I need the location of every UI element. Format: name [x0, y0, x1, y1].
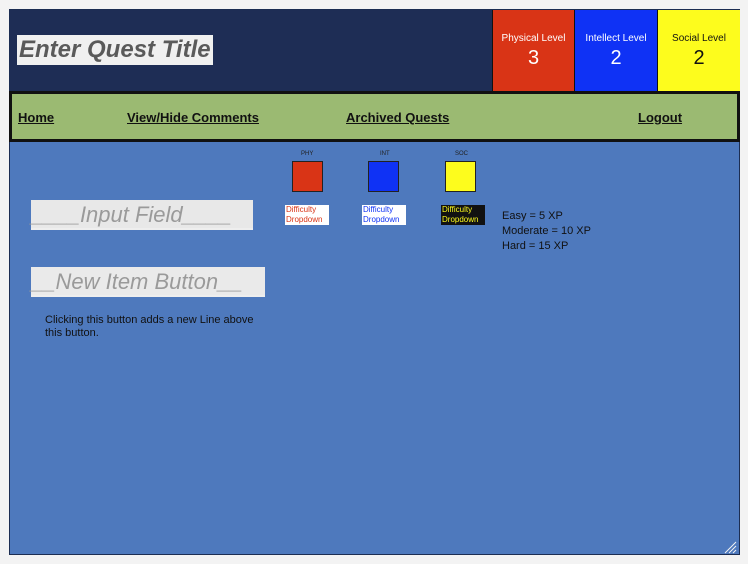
- resize-grip-icon[interactable]: [723, 540, 737, 554]
- intellect-level-value: 2: [610, 47, 622, 69]
- soc-difficulty-dropdown[interactable]: Difficulty Dropdown: [441, 205, 485, 225]
- intellect-level-panel: Intellect Level 2: [574, 10, 657, 91]
- xp-easy: Easy = 5 XP: [502, 210, 563, 222]
- physical-level-value: 3: [527, 47, 540, 69]
- intellect-level-label: Intellect Level: [585, 33, 647, 44]
- phy-swatch: [292, 161, 323, 192]
- phy-difficulty-dropdown[interactable]: Difficulty Dropdown: [285, 205, 329, 225]
- quest-title-input[interactable]: Enter Quest Title: [17, 35, 213, 65]
- int-difficulty-dropdown[interactable]: Difficulty Dropdown: [362, 205, 406, 225]
- social-level-label: Social Level: [672, 33, 726, 44]
- soc-swatch: [445, 161, 476, 192]
- phy-label: PHY: [301, 151, 314, 157]
- physical-level-label: Physical Level: [501, 33, 566, 44]
- xp-legend: Easy = 5 XP Moderate = 10 XP Hard = 15 X…: [502, 209, 591, 254]
- nav-home-link[interactable]: Home: [18, 110, 54, 125]
- int-swatch: [368, 161, 399, 192]
- nav-comments-link[interactable]: View/Hide Comments: [127, 110, 259, 125]
- physical-level-panel: Physical Level 3: [492, 10, 574, 91]
- xp-moderate: Moderate = 10 XP: [502, 225, 591, 237]
- soc-label: SOC: [455, 151, 469, 157]
- new-item-button[interactable]: __New Item Button__: [31, 267, 265, 297]
- nav-bar: Home View/Hide Comments Archived Quests …: [9, 91, 740, 142]
- int-label: INT: [380, 151, 390, 157]
- nav-archived-link[interactable]: Archived Quests: [346, 110, 449, 125]
- help-note: Clicking this button adds a new Line abo…: [45, 314, 254, 339]
- xp-hard: Hard = 15 XP: [502, 240, 569, 252]
- item-input-field[interactable]: ____Input Field____: [31, 200, 253, 230]
- social-level-value: 2: [693, 47, 705, 69]
- nav-logout-link[interactable]: Logout: [638, 110, 682, 125]
- social-level-panel: Social Level 2: [657, 10, 740, 91]
